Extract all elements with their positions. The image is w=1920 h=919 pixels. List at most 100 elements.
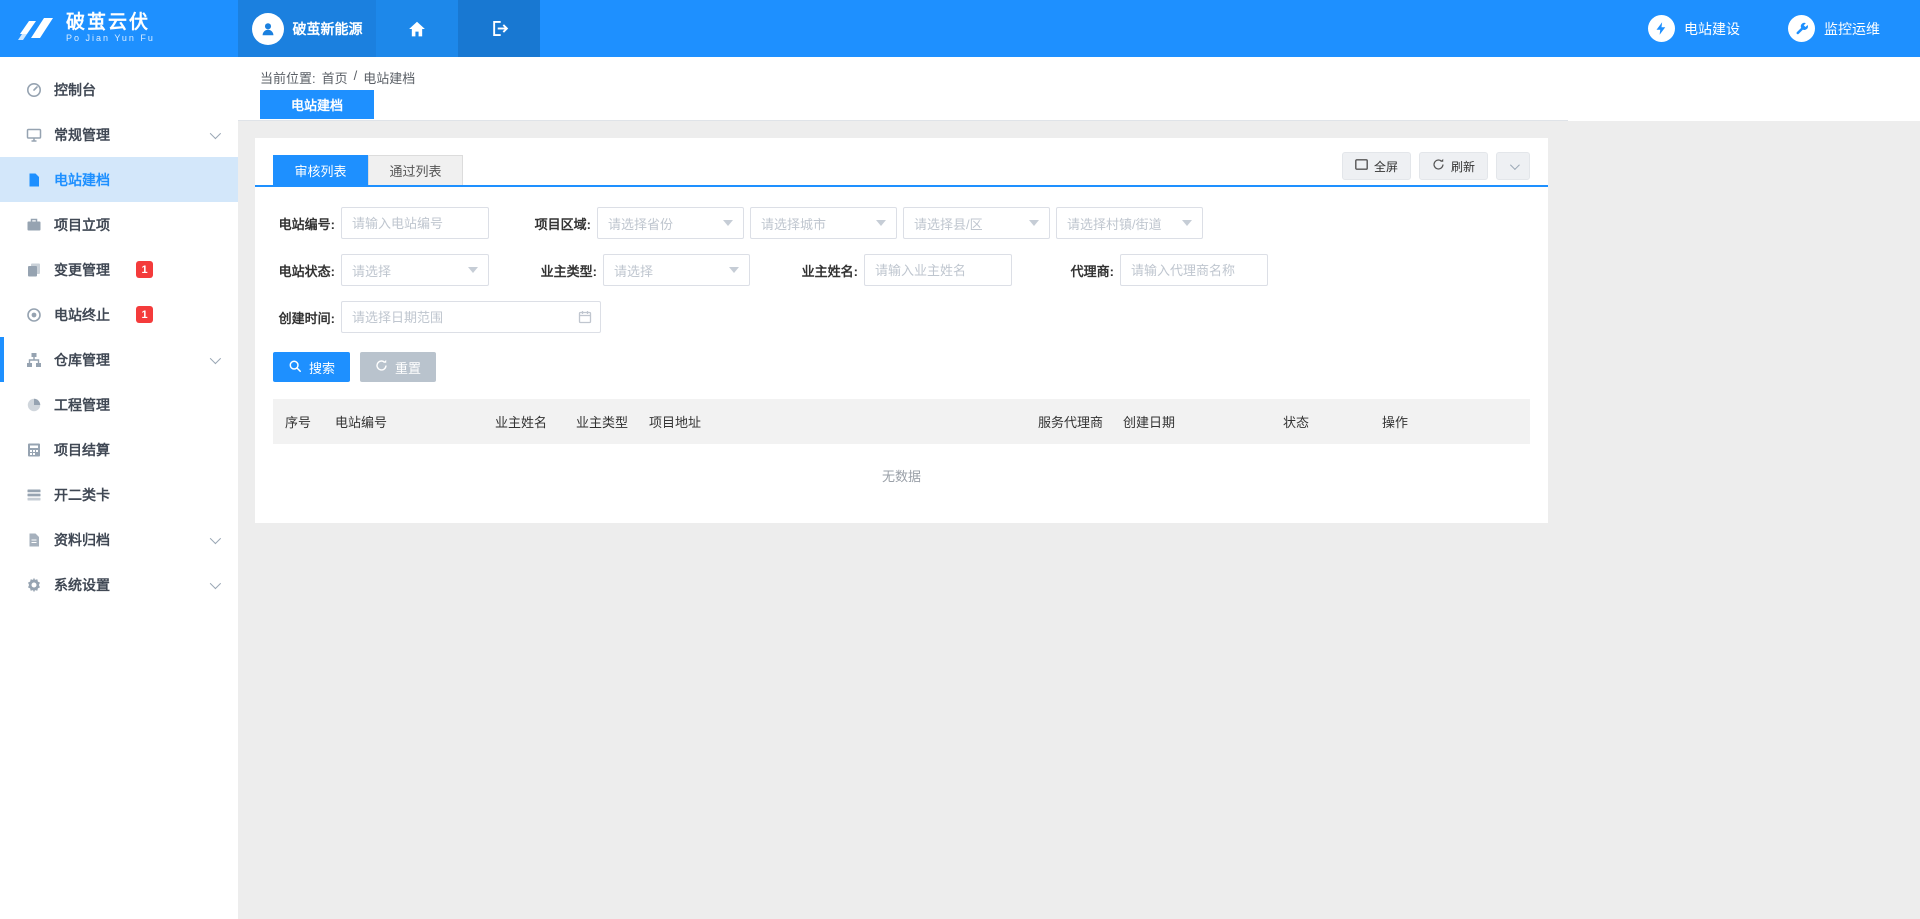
tab-review-list[interactable]: 审核列表 bbox=[273, 155, 368, 185]
column-header-create-date: 创建日期 bbox=[1111, 399, 1271, 444]
breadcrumb-prefix: 当前位置: bbox=[260, 68, 316, 87]
briefcase-icon bbox=[25, 216, 42, 233]
date-range-wrap bbox=[341, 301, 601, 333]
city-select[interactable]: 请选择城市 bbox=[750, 207, 897, 239]
refresh-button[interactable]: 刷新 bbox=[1419, 152, 1488, 180]
breadcrumb: 当前位置: 首页 / 电站建档 bbox=[238, 57, 1920, 90]
city-select-value: 请选择城市 bbox=[761, 214, 876, 233]
nav-monitoring-ops[interactable]: 监控运维 bbox=[1788, 15, 1880, 42]
sidebar-item-engineering-management[interactable]: 工程管理 bbox=[0, 382, 238, 427]
nav-station-construction[interactable]: 电站建设 bbox=[1648, 15, 1740, 42]
results-table: 序号 电站编号 业主姓名 业主类型 项目地址 服务代理商 创建日期 状态 操作 … bbox=[273, 399, 1530, 503]
owner-type-value: 请选择 bbox=[614, 261, 729, 280]
sidebar-item-station-filing[interactable]: 电站建档 bbox=[0, 157, 238, 202]
sidebar-item-console[interactable]: 控制台 bbox=[0, 67, 238, 112]
reset-icon bbox=[375, 359, 388, 375]
header-spacer bbox=[540, 0, 1648, 57]
column-header-index: 序号 bbox=[273, 399, 323, 444]
chevron-down-icon bbox=[210, 577, 221, 588]
province-select[interactable]: 请选择省份 bbox=[597, 207, 744, 239]
dashboard-icon bbox=[25, 81, 42, 98]
band-divider bbox=[238, 120, 1568, 121]
nav-label: 电站建设 bbox=[1684, 19, 1740, 39]
sidebar-item-project-initiation[interactable]: 项目立项 bbox=[0, 202, 238, 247]
owner-name-input[interactable] bbox=[864, 254, 1012, 286]
column-header-owner-type: 业主类型 bbox=[564, 399, 637, 444]
chevron-down-icon bbox=[876, 220, 886, 226]
search-icon bbox=[288, 359, 302, 376]
main-content: 当前位置: 首页 / 电站建档 电站建档 审核列表 通过列表 全屏 bbox=[238, 57, 1920, 919]
logo-title: 破茧云伏 bbox=[66, 13, 155, 33]
station-status-select[interactable]: 请选择 bbox=[341, 254, 489, 286]
search-button-label: 搜索 bbox=[309, 358, 335, 377]
sidebar-item-label: 常规管理 bbox=[54, 125, 110, 145]
table-header-row: 序号 电站编号 业主姓名 业主类型 项目地址 服务代理商 创建日期 状态 操作 bbox=[273, 399, 1530, 444]
sidebar-item-label: 工程管理 bbox=[54, 395, 110, 415]
pie-icon bbox=[25, 396, 42, 413]
fullscreen-label: 全屏 bbox=[1374, 158, 1398, 175]
search-button[interactable]: 搜索 bbox=[273, 352, 350, 382]
logo[interactable]: 破茧云伏 Po Jian Yun Fu bbox=[0, 0, 238, 57]
chevron-down-icon bbox=[210, 127, 221, 138]
date-range-input[interactable] bbox=[341, 301, 601, 333]
sidebar-item-label: 电站终止 bbox=[54, 305, 110, 325]
column-header-project-address: 项目地址 bbox=[637, 399, 1026, 444]
lightning-icon bbox=[1648, 15, 1675, 42]
station-status-value: 请选择 bbox=[352, 261, 468, 280]
county-select[interactable]: 请选择县/区 bbox=[903, 207, 1050, 239]
sidebar-item-label: 变更管理 bbox=[54, 260, 110, 280]
region-label: 项目区域: bbox=[529, 214, 591, 233]
sidebar-item-warehouse-management[interactable]: 仓库管理 bbox=[0, 337, 238, 382]
county-select-value: 请选择县/区 bbox=[914, 214, 1029, 233]
home-button[interactable] bbox=[376, 0, 458, 57]
town-select[interactable]: 请选择村镇/街道 bbox=[1056, 207, 1203, 239]
header-nav: 电站建设 监控运维 bbox=[1648, 0, 1880, 57]
agent-input[interactable] bbox=[1120, 254, 1268, 286]
logo-icon bbox=[16, 14, 58, 44]
sidebar-item-label: 控制台 bbox=[54, 80, 96, 100]
nav-label: 监控运维 bbox=[1824, 19, 1880, 39]
tab-passed-list[interactable]: 通过列表 bbox=[368, 155, 463, 185]
card-icon bbox=[25, 486, 42, 503]
chevron-down-icon bbox=[1182, 220, 1192, 226]
sidebar-item-change-management[interactable]: 变更管理 1 bbox=[0, 247, 238, 292]
sidebar-item-label: 项目结算 bbox=[54, 440, 110, 460]
target-icon bbox=[25, 306, 42, 323]
monitor-icon bbox=[25, 126, 42, 143]
province-select-value: 请选择省份 bbox=[608, 214, 723, 233]
sidebar-item-label: 项目立项 bbox=[54, 215, 110, 235]
sidebar-item-general-management[interactable]: 常规管理 bbox=[0, 112, 238, 157]
reset-button[interactable]: 重置 bbox=[360, 352, 436, 382]
sidebar-item-data-archive[interactable]: 资料归档 bbox=[0, 517, 238, 562]
sidebar-item-system-settings[interactable]: 系统设置 bbox=[0, 562, 238, 607]
sidebar-item-label: 资料归档 bbox=[54, 530, 110, 550]
content-area: 审核列表 通过列表 全屏 刷新 bbox=[238, 121, 1920, 523]
logout-button[interactable] bbox=[458, 0, 540, 57]
sidebar-item-station-termination[interactable]: 电站终止 1 bbox=[0, 292, 238, 337]
owner-name-label: 业主姓名: bbox=[796, 261, 858, 280]
column-header-service-agent: 服务代理商 bbox=[1026, 399, 1111, 444]
station-no-input[interactable] bbox=[341, 207, 489, 239]
owner-type-select[interactable]: 请选择 bbox=[603, 254, 750, 286]
sidebar-item-project-settlement[interactable]: 项目结算 bbox=[0, 427, 238, 472]
chevron-down-icon bbox=[468, 267, 478, 273]
fullscreen-button[interactable]: 全屏 bbox=[1342, 152, 1411, 180]
filter-form: 电站编号: 项目区域: 请选择省份 请选择城市 请选择县/区 bbox=[255, 187, 1548, 333]
logo-subtitle: Po Jian Yun Fu bbox=[66, 33, 155, 44]
filter-actions: 搜索 重置 bbox=[255, 348, 1548, 382]
filter-row: 创建时间: bbox=[273, 301, 1530, 333]
panel-tabs: 审核列表 通过列表 bbox=[273, 155, 463, 185]
owner-type-label: 业主类型: bbox=[535, 261, 597, 280]
collapse-button[interactable] bbox=[1496, 152, 1530, 180]
sidebar-item-open-card[interactable]: 开二类卡 bbox=[0, 472, 238, 517]
wrench-icon bbox=[1788, 15, 1815, 42]
calculator-icon bbox=[25, 441, 42, 458]
company-menu[interactable]: 破茧新能源 bbox=[238, 0, 376, 57]
breadcrumb-separator: / bbox=[354, 68, 358, 83]
station-no-label: 电站编号: bbox=[273, 214, 335, 233]
chevron-down-icon bbox=[1029, 220, 1039, 226]
refresh-label: 刷新 bbox=[1451, 158, 1475, 175]
breadcrumb-home-link[interactable]: 首页 bbox=[322, 68, 348, 87]
station-status-label: 电站状态: bbox=[273, 261, 335, 280]
page-tab-station-filing[interactable]: 电站建档 bbox=[260, 90, 374, 119]
